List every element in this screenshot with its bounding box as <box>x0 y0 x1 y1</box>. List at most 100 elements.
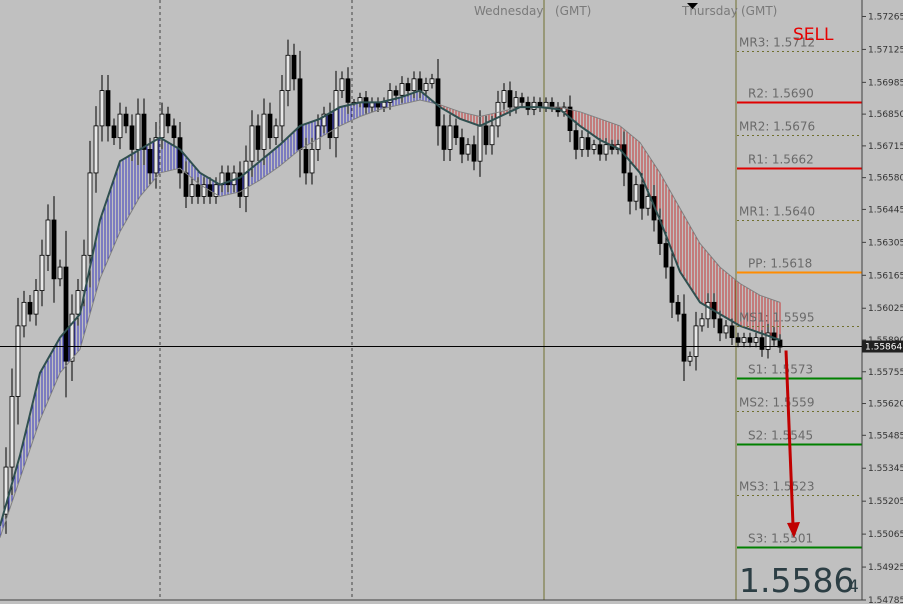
candle-body <box>429 78 435 84</box>
pivot-level-s2: S2: 1.5545 <box>737 429 862 446</box>
candle-body <box>459 137 465 155</box>
bear-candle <box>327 102 333 150</box>
bull-candle <box>201 177 207 204</box>
candle-body <box>507 90 513 108</box>
candle-body <box>735 337 741 343</box>
candle-body <box>633 184 639 202</box>
bull-candle <box>591 139 597 155</box>
candle-body <box>189 184 195 197</box>
candle-body <box>63 266 69 362</box>
y-tick-label: 1.56445 <box>868 205 903 215</box>
bull-candle <box>261 98 267 166</box>
candle-body <box>519 97 525 103</box>
candle-body <box>723 325 729 334</box>
bull-candle <box>495 90 501 138</box>
candle-body <box>273 125 279 139</box>
bear-candle <box>627 159 633 215</box>
ma-slow-line <box>0 99 781 538</box>
level-label: PP: 1.5618 <box>748 257 812 271</box>
chart-canvas[interactable]: MR3: 1.5712R2: 1.5690MR2: 1.5676R1: 1.56… <box>0 0 903 604</box>
pivot-level-ms2: MS2: 1.5559 <box>737 396 862 412</box>
bear-candle <box>291 43 297 91</box>
candle-body <box>603 144 609 155</box>
candle-body <box>405 83 411 91</box>
bull-candle <box>273 118 279 146</box>
candle-body <box>627 172 633 202</box>
y-tick-label: 1.55620 <box>868 400 903 410</box>
candle-body <box>303 149 309 174</box>
ma-cloud <box>0 90 781 538</box>
y-tick-label: 1.56305 <box>868 238 903 248</box>
candle-body <box>675 301 681 315</box>
candle-body <box>441 125 447 150</box>
y-tick-label: 1.56025 <box>868 304 903 314</box>
bull-candle <box>57 259 63 287</box>
candle-body <box>297 78 303 150</box>
bull-candle <box>309 137 315 185</box>
candle-body <box>411 78 417 91</box>
candle-body <box>699 318 705 327</box>
bull-candle <box>693 311 699 371</box>
y-tick-label: 1.56850 <box>868 110 903 120</box>
candle-body <box>549 101 555 108</box>
level-label: MS1: 1.5595 <box>739 311 814 325</box>
bull-candle <box>765 323 771 359</box>
bear-candle <box>441 114 447 161</box>
candle-body <box>129 125 135 150</box>
bear-candle <box>111 118 117 146</box>
forex-chart[interactable]: MR3: 1.5712 R2: 1.5690 MR2: 1.5676 R1: 1.56… <box>0 0 903 604</box>
day-label: Thursday <box>681 4 738 18</box>
candle-body <box>543 101 549 108</box>
bull-candle <box>339 71 345 98</box>
bull-candle <box>285 39 291 107</box>
bull-candle <box>753 332 759 348</box>
candle-body <box>573 130 579 150</box>
bull-candle <box>279 74 285 142</box>
current-price-label: 1.55864 <box>865 343 902 353</box>
bull-candle <box>579 130 585 157</box>
bear-candle <box>345 67 351 114</box>
bull-candle <box>357 92 363 108</box>
bear-candle <box>681 294 687 381</box>
candle-body <box>15 325 21 397</box>
level-label: MS3: 1.5523 <box>739 480 814 494</box>
candle-body <box>513 97 519 108</box>
candle-body <box>171 125 177 139</box>
candle-body <box>621 144 627 174</box>
candle-body <box>669 266 675 303</box>
bear-candle <box>585 130 591 157</box>
candle-body <box>153 137 159 174</box>
candle-body <box>453 125 459 139</box>
pivot-level-mr2: MR2: 1.5676 <box>737 120 862 136</box>
pivot-level-s1: S1: 1.5573 <box>737 363 862 380</box>
bear-candle <box>435 59 441 146</box>
candle-body <box>687 356 693 362</box>
candle-body <box>525 101 531 110</box>
candle-body <box>45 219 51 256</box>
day-label: Wednesday <box>474 4 543 18</box>
bull-candle <box>501 83 507 110</box>
bull-candle <box>543 97 549 112</box>
bull-candle <box>387 83 393 110</box>
bear-candle <box>675 294 681 322</box>
candle-body <box>759 337 765 350</box>
candle-body <box>465 144 471 155</box>
bear-candle <box>459 128 465 164</box>
bear-candle <box>573 120 579 160</box>
candle-body <box>693 325 699 357</box>
bull-candle <box>243 145 249 213</box>
candle-body <box>447 125 453 150</box>
pivot-level-r2: R2: 1.5690 <box>737 87 862 104</box>
pivot-level-mr1: MR1: 1.5640 <box>737 205 862 221</box>
bear-candle <box>123 106 129 134</box>
candles <box>3 39 783 534</box>
bear-candle <box>519 92 525 108</box>
y-tick-label: 1.56165 <box>868 271 903 281</box>
candle-body <box>645 196 651 209</box>
candle-body <box>93 125 99 174</box>
bull-candle <box>741 332 747 348</box>
candle-body <box>75 290 81 315</box>
candle-body <box>165 113 171 127</box>
pivot-level-pp: PP: 1.5618 <box>737 257 862 274</box>
bear-candle <box>621 131 627 187</box>
